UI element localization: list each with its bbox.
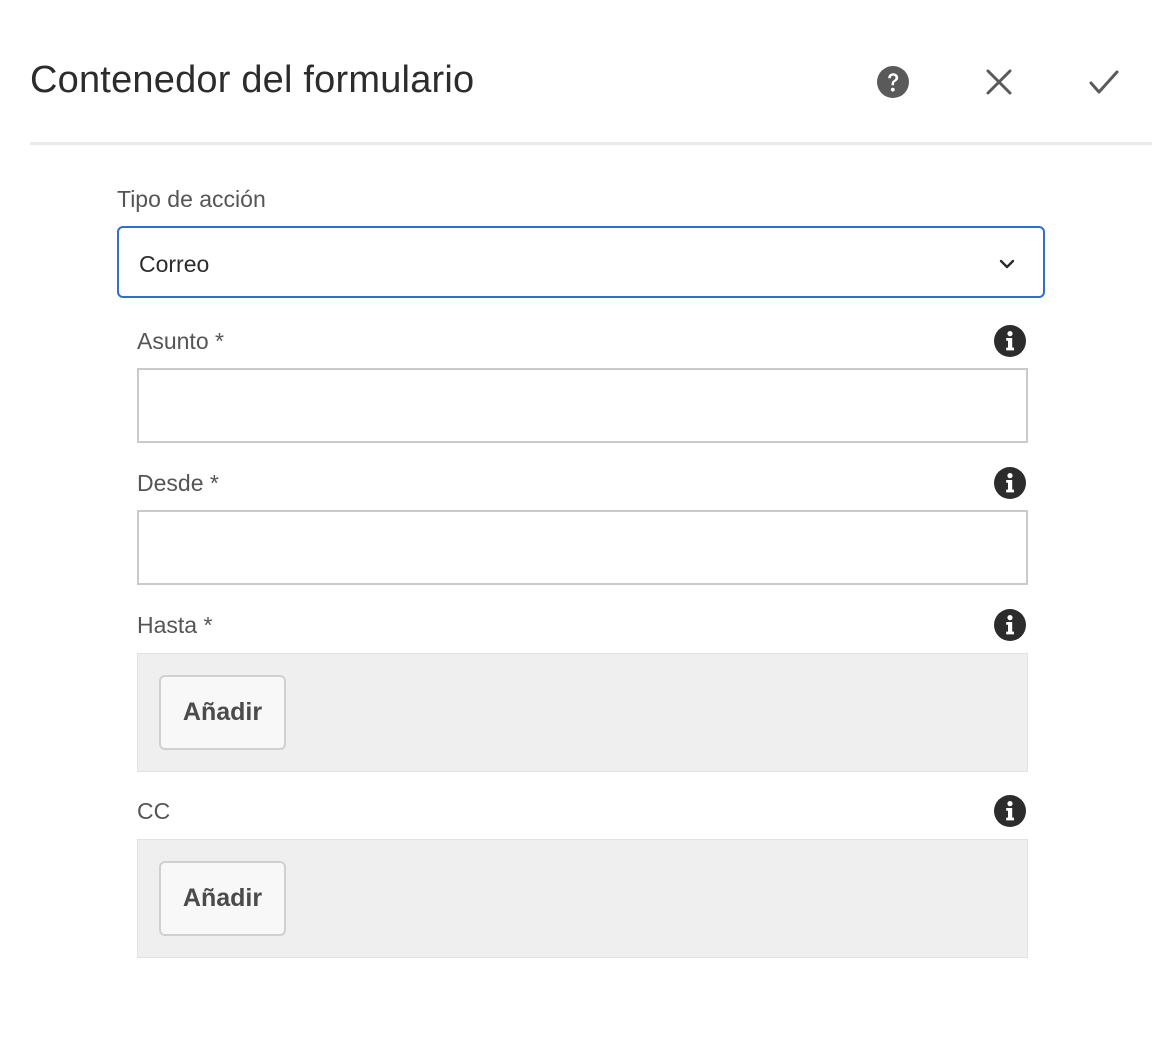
done-button[interactable]	[1082, 60, 1126, 104]
from-input[interactable]	[137, 510, 1028, 585]
action-type-value: Correo	[139, 251, 210, 277]
info-icon[interactable]	[993, 466, 1027, 500]
cc-add-button[interactable]: Añadir	[159, 861, 286, 936]
chevron-down-icon	[999, 259, 1015, 269]
to-multifield: Añadir	[137, 653, 1028, 772]
help-circle-icon	[877, 66, 909, 98]
subject-label: Asunto *	[137, 328, 224, 354]
close-icon	[986, 69, 1012, 95]
action-type-label: Tipo de acción	[117, 186, 266, 212]
checkmark-icon	[1089, 70, 1119, 94]
to-add-button[interactable]: Añadir	[159, 675, 286, 750]
subject-input[interactable]	[137, 368, 1028, 443]
cc-label: CC	[137, 798, 171, 824]
info-icon[interactable]	[993, 608, 1027, 642]
close-button[interactable]	[977, 60, 1021, 104]
dialog-title: Contenedor del formulario	[30, 59, 475, 101]
help-button[interactable]	[871, 60, 915, 104]
info-icon[interactable]	[993, 794, 1027, 828]
cc-multifield: Añadir	[137, 839, 1028, 958]
info-icon[interactable]	[993, 324, 1027, 358]
action-type-select[interactable]: Correo	[117, 226, 1045, 298]
from-label: Desde *	[137, 470, 219, 496]
form-container-dialog: Contenedor del formulario Tipo de acción…	[0, 0, 1164, 1048]
to-label: Hasta *	[137, 612, 213, 638]
dialog-header: Contenedor del formulario	[30, 0, 1152, 145]
